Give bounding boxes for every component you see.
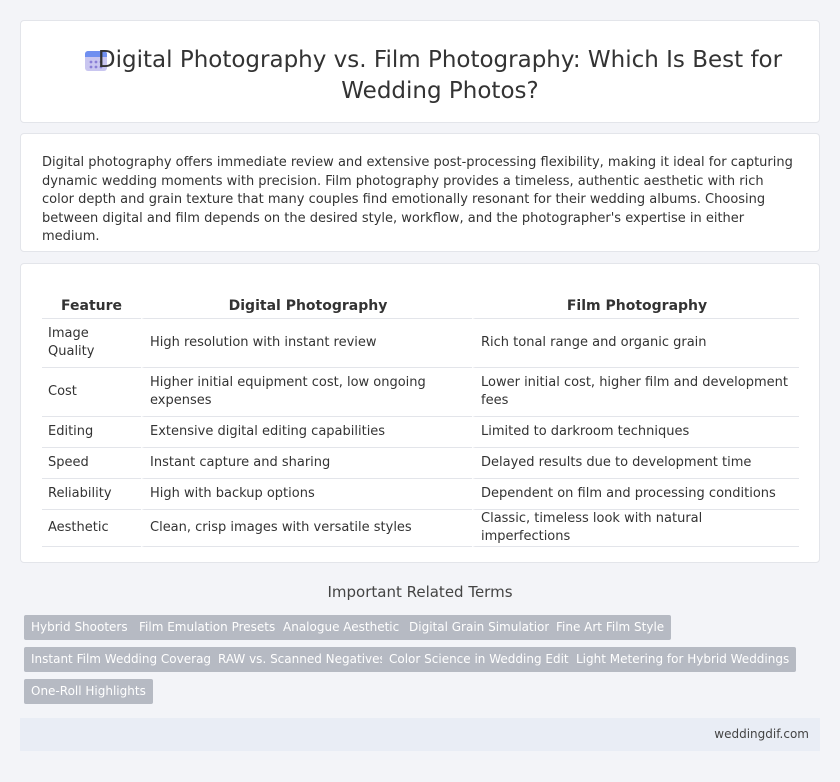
table-row: Cost Higher initial equipment cost, low … [42, 368, 799, 417]
digital-cell: High with backup options [141, 479, 472, 510]
digital-cell: Instant capture and sharing [141, 448, 472, 479]
intro-text: Digital photography offers immediate rev… [42, 155, 793, 244]
digital-cell: Clean, crisp images with versatile style… [141, 510, 472, 547]
column-header-film: Film Photography [472, 294, 799, 319]
tag-color-science-in-wedding-edits[interactable]: Color Science in Wedding Edits [382, 647, 582, 672]
table-row: Reliability High with backup options Dep… [42, 479, 799, 510]
comparison-table: Feature Digital Photography Film Photogr… [42, 294, 799, 547]
table-row: Image Quality High resolution with insta… [42, 319, 799, 368]
film-cell: Delayed results due to development time [472, 448, 799, 479]
tag-one-roll-highlights[interactable]: One-Roll Highlights [24, 679, 153, 704]
film-cell: Rich tonal range and organic grain [472, 319, 799, 368]
tag-light-metering-hybrid-weddings[interactable]: Light Metering for Hybrid Weddings [569, 647, 797, 672]
feature-cell: Reliability [42, 479, 141, 510]
table-row: Aesthetic Clean, crisp images with versa… [42, 510, 799, 547]
digital-cell: Extensive digital editing capabilities [141, 417, 472, 448]
tag-fine-art-film-style[interactable]: Fine Art Film Style [549, 615, 672, 640]
tag-film-emulation-presets[interactable]: Film Emulation Presets [132, 615, 283, 640]
film-cell: Limited to darkroom techniques [472, 417, 799, 448]
table-row: Speed Instant capture and sharing Delaye… [42, 448, 799, 479]
tag-digital-grain-simulation[interactable]: Digital Grain Simulation [402, 615, 559, 640]
digital-cell: High resolution with instant review [141, 319, 472, 368]
film-cell: Classic, timeless look with natural impe… [472, 510, 799, 547]
page-title: Digital Photography vs. Film Photography… [97, 47, 783, 104]
tag-analogue-aesthetic[interactable]: Analogue Aesthetic [276, 615, 407, 640]
feature-cell: Speed [42, 448, 141, 479]
related-terms-heading: Important Related Terms [327, 583, 513, 601]
tag-hybrid-shooters[interactable]: Hybrid Shooters [24, 615, 135, 640]
feature-cell: Aesthetic [42, 510, 141, 547]
film-cell: Lower initial cost, higher film and deve… [472, 368, 799, 417]
digital-cell: Higher initial equipment cost, low ongoi… [141, 368, 472, 417]
comparison-table-card: Feature Digital Photography Film Photogr… [20, 263, 820, 563]
table-header-row: Feature Digital Photography Film Photogr… [42, 294, 799, 319]
tag-instant-film-wedding-coverage[interactable]: Instant Film Wedding Coverage [24, 647, 226, 672]
feature-cell: Editing [42, 417, 141, 448]
feature-cell: Cost [42, 368, 141, 417]
tag-raw-vs-scanned-negatives[interactable]: RAW vs. Scanned Negatives [211, 647, 393, 672]
header-card: Digital Photography vs. Film Photography… [20, 20, 820, 123]
footer-site-link[interactable]: weddingdif.com [714, 727, 809, 741]
column-header-feature: Feature [42, 294, 141, 319]
intro-card: Digital photography offers immediate rev… [20, 133, 820, 252]
footer: weddingdif.com [20, 718, 820, 751]
table-row: Editing Extensive digital editing capabi… [42, 417, 799, 448]
film-cell: Dependent on film and processing conditi… [472, 479, 799, 510]
column-header-digital: Digital Photography [141, 294, 472, 319]
feature-cell: Image Quality [42, 319, 141, 368]
